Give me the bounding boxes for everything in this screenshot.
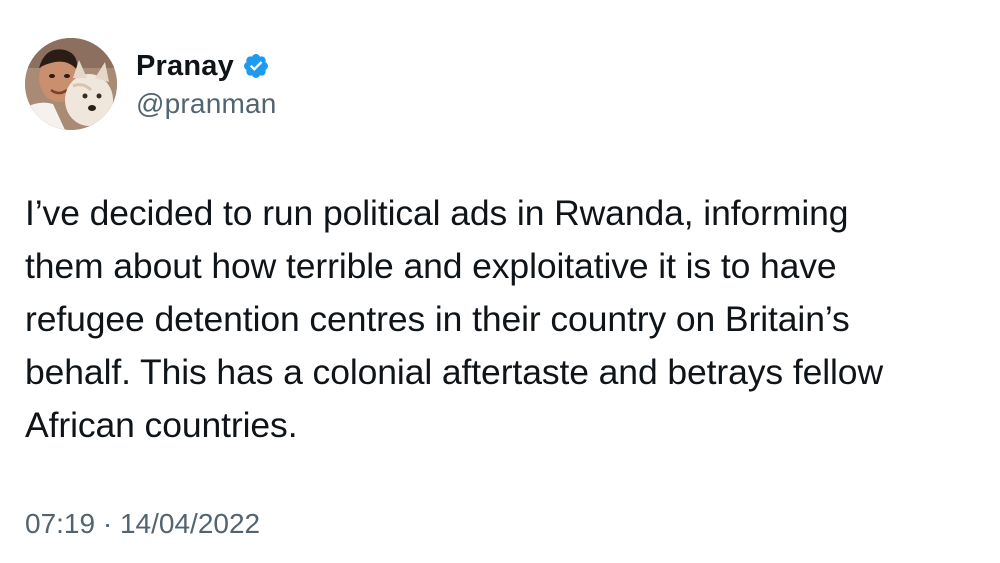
user-handle[interactable]: @pranman [136, 88, 277, 120]
tweet-card: Pranay @pranman I’ve decided to run poli… [0, 0, 1000, 563]
tweet-text: I’ve decided to run political ads in Rwa… [25, 187, 975, 452]
timestamp-separator: · [102, 508, 113, 539]
tweet-text-line: I’ve decided to run political ads in Rwa… [25, 193, 849, 233]
tweet-text-line: refugee detention centres in their count… [25, 299, 850, 339]
avatar[interactable] [25, 38, 117, 130]
tweet-text-line: African countries. [25, 405, 298, 445]
tweet-time: 07:19 [25, 508, 96, 539]
author-info: Pranay @pranman [136, 46, 277, 120]
name-row: Pranay [136, 46, 277, 86]
tweet-date: 14/04/2022 [119, 508, 261, 539]
verified-badge-icon[interactable] [242, 52, 270, 80]
profile-photo-icon [25, 38, 117, 130]
tweet-timestamp[interactable]: 07:19 · 14/04/2022 [25, 508, 260, 540]
tweet-text-line: them about how terrible and exploitative… [25, 246, 837, 286]
tweet-text-line: behalf. This has a colonial aftertaste a… [25, 352, 883, 392]
display-name[interactable]: Pranay [136, 50, 234, 83]
